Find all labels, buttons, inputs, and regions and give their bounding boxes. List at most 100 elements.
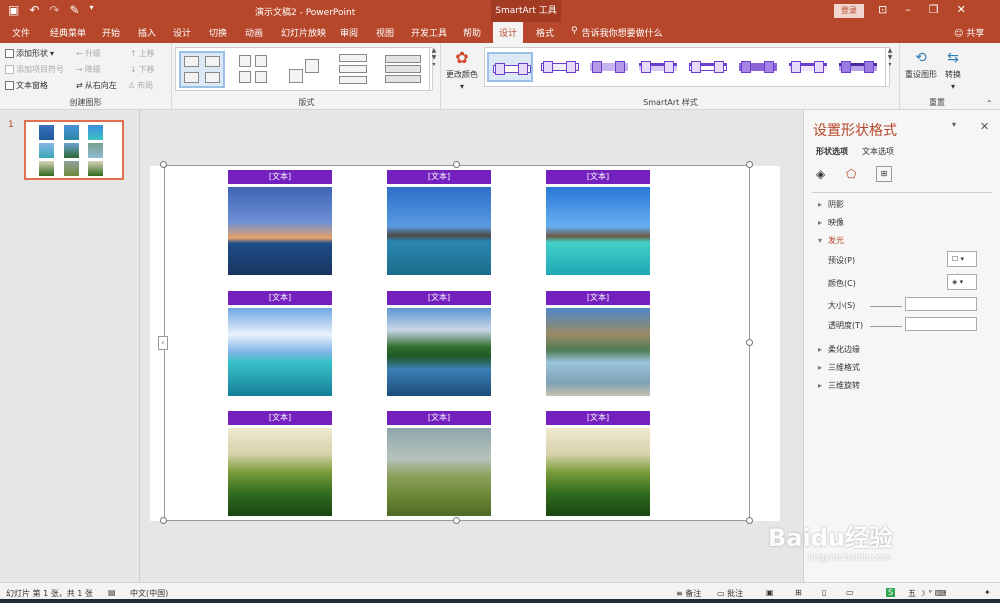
effects-icon[interactable]: ⬠ <box>846 166 862 182</box>
tab-help[interactable]: 帮助 <box>463 26 481 39</box>
undo-icon[interactable]: ↶ <box>29 3 39 17</box>
style-option[interactable] <box>537 52 583 82</box>
style-option[interactable] <box>685 52 731 82</box>
smartart-label[interactable]: [文本] <box>228 291 332 305</box>
demote-button[interactable]: → 降级 <box>76 64 101 75</box>
ime-settings-icon[interactable]: ✦ <box>984 588 991 597</box>
glow-preset-dropdown[interactable]: ☐ ▾ <box>947 251 977 267</box>
resize-handle[interactable] <box>746 339 753 346</box>
picture-wheat-field-tree[interactable] <box>387 428 491 516</box>
smartart-label[interactable]: [文本] <box>228 170 332 184</box>
tab-transitions[interactable]: 切换 <box>209 26 227 39</box>
size-properties-icon[interactable]: ⊞ <box>876 166 892 182</box>
tab-developer[interactable]: 开发工具 <box>411 26 447 39</box>
layout-option[interactable] <box>179 51 225 88</box>
tab-classic-menu[interactable]: 经典菜单 <box>50 26 86 39</box>
language[interactable]: 中文(中国) <box>130 588 168 599</box>
section-glow[interactable]: ▾ 发光 <box>818 235 844 246</box>
tab-review[interactable]: 审阅 <box>340 26 358 39</box>
ime-mode-icon[interactable]: 五 ☽ ° ⌨ <box>908 588 946 599</box>
section-shadow[interactable]: ▸ 阴影 <box>818 199 844 210</box>
customize-toolbar-icon[interactable]: ▾ <box>90 3 94 17</box>
smartart-label[interactable]: [文本] <box>387 291 491 305</box>
tab-view[interactable]: 视图 <box>376 26 394 39</box>
glow-transparency-slider[interactable] <box>870 326 902 327</box>
tell-me-box[interactable]: ⚲ 告诉我你想要做什么 <box>571 26 663 39</box>
tab-smartart-format[interactable]: 格式 <box>536 26 554 39</box>
move-down-button[interactable]: ↓ 下移 <box>130 64 155 75</box>
style-option[interactable] <box>735 52 781 82</box>
smartart-label[interactable]: [文本] <box>387 170 491 184</box>
style-gallery-scroll[interactable]: ▲ ▼ ▾ <box>885 47 894 87</box>
glow-transparency-spinner[interactable] <box>905 317 977 331</box>
picture-pier-clouds[interactable] <box>228 308 332 396</box>
resize-handle[interactable] <box>453 517 460 524</box>
comments-button[interactable]: ▭ 批注 <box>717 588 743 599</box>
picture-mountain-lake-reflection[interactable] <box>546 308 650 396</box>
layout-option[interactable] <box>381 51 427 88</box>
close-icon[interactable]: ✕ <box>957 3 966 16</box>
glow-color-dropdown[interactable]: ◈ ▾ <box>947 274 977 290</box>
spell-check-icon[interactable]: ▤ <box>108 588 116 597</box>
style-option[interactable] <box>586 52 632 82</box>
normal-view-icon[interactable]: ▣ <box>766 588 774 597</box>
tab-text-options[interactable]: 文本选项 <box>862 146 894 157</box>
smartart-label[interactable]: [文本] <box>546 411 650 425</box>
style-option[interactable] <box>635 52 681 82</box>
section-3d-rotation[interactable]: ▸ 三维旋转 <box>818 380 860 391</box>
add-bullet-button[interactable]: 添加项目符号 <box>5 64 64 75</box>
resize-handle[interactable] <box>453 161 460 168</box>
format-painter-icon[interactable]: ✎ <box>69 3 79 17</box>
smartart-label[interactable]: [文本] <box>546 170 650 184</box>
tab-shape-options[interactable]: 形状选项 <box>816 146 848 157</box>
glow-size-slider[interactable] <box>870 306 902 307</box>
picture-green-hills[interactable] <box>546 428 650 516</box>
slide-thumbnail[interactable] <box>24 120 124 180</box>
change-colors-button[interactable]: ✿ 更改颜色 ▾ <box>446 49 478 92</box>
picture-overwater-villas-day[interactable] <box>387 187 491 275</box>
section-soft-edges[interactable]: ▸ 柔化边缘 <box>818 344 860 355</box>
restore-icon[interactable]: ❐ <box>929 3 939 16</box>
layout-gallery-scroll[interactable]: ▲ ▼ ▾ <box>429 47 438 91</box>
collapse-ribbon-icon[interactable]: ⌃ <box>986 99 993 108</box>
section-3d-format[interactable]: ▸ 三维格式 <box>818 362 860 373</box>
text-pane-expander[interactable]: ‹ <box>158 336 168 350</box>
resize-handle[interactable] <box>746 517 753 524</box>
style-option[interactable] <box>835 52 881 82</box>
login-button[interactable]: 登录 <box>834 4 864 18</box>
layout-option[interactable] <box>231 51 277 88</box>
convert-button[interactable]: ⇆ 转换 ▾ <box>945 49 961 91</box>
picture-mountain-lake-forest[interactable] <box>387 308 491 396</box>
tab-design[interactable]: 设计 <box>173 26 191 39</box>
ribbon-display-icon[interactable]: ⊡ <box>878 3 887 16</box>
fill-line-icon[interactable]: ◈ <box>816 166 832 182</box>
picture-overwater-bungalow-dusk[interactable] <box>228 187 332 275</box>
text-pane-button[interactable]: 文本窗格 <box>5 80 48 91</box>
redo-icon[interactable]: ↷ <box>49 3 59 17</box>
resize-handle[interactable] <box>746 161 753 168</box>
notes-button[interactable]: ≡ 备注 <box>676 588 701 599</box>
smartart-label[interactable]: [文本] <box>228 411 332 425</box>
close-pane-icon[interactable]: ✕ <box>980 120 989 133</box>
glow-size-spinner[interactable] <box>905 297 977 311</box>
layout-option[interactable] <box>333 51 379 88</box>
smartart-label[interactable]: [文本] <box>546 291 650 305</box>
reset-graphic-button[interactable]: ⟲ 重设图形 <box>905 49 937 80</box>
slideshow-icon[interactable]: ▭ <box>846 588 854 597</box>
style-option[interactable] <box>487 52 533 82</box>
slide-sorter-icon[interactable]: ⊞ <box>795 588 802 597</box>
right-to-left-button[interactable]: ⇄ 从右向左 <box>76 80 117 91</box>
style-option[interactable] <box>785 52 831 82</box>
smartart-label[interactable]: [文本] <box>387 411 491 425</box>
picture-overwater-villas-lagoon[interactable] <box>546 187 650 275</box>
add-shape-button[interactable]: 添加形状 ▾ <box>5 48 54 59</box>
tab-home[interactable]: 开始 <box>102 26 120 39</box>
section-reflection[interactable]: ▸ 映像 <box>818 217 844 228</box>
tab-smartart-design[interactable]: 设计 <box>493 22 524 43</box>
tab-insert[interactable]: 插入 <box>138 26 156 39</box>
save-icon[interactable]: ▣ <box>8 3 19 17</box>
move-up-button[interactable]: ↑ 上移 <box>130 48 155 59</box>
resize-handle[interactable] <box>160 517 167 524</box>
share-button[interactable]: ☺ 共享 <box>954 26 984 39</box>
tab-slideshow[interactable]: 幻灯片放映 <box>281 26 326 39</box>
